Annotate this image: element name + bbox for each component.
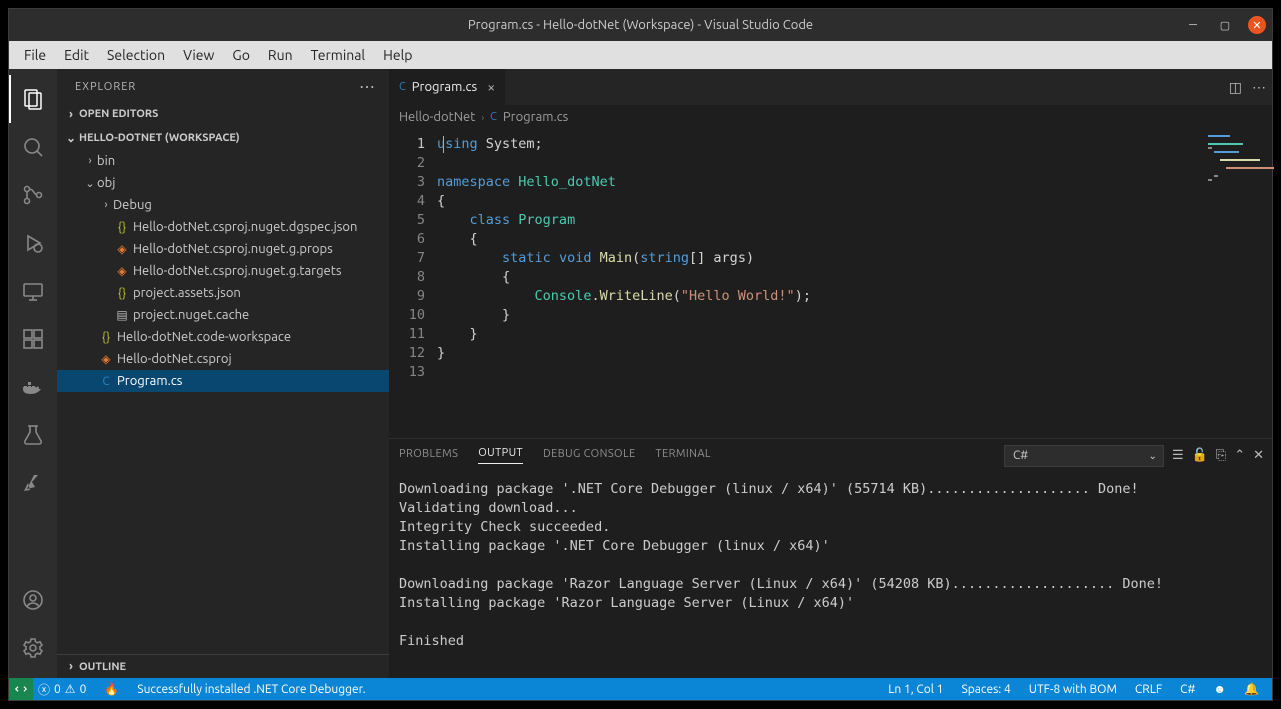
close-panel-icon[interactable]: ✕ bbox=[1253, 448, 1264, 463]
menu-view[interactable]: View bbox=[174, 43, 223, 67]
status-encoding[interactable]: UTF-8 with BOM bbox=[1024, 683, 1122, 696]
status-eol[interactable]: CRLF bbox=[1130, 683, 1167, 696]
remote-explorer-icon[interactable] bbox=[9, 267, 57, 315]
sidebar-more-icon[interactable]: ⋯ bbox=[359, 77, 375, 96]
code-editor[interactable]: 12345678910111213 using System; namespac… bbox=[389, 129, 1272, 438]
error-icon: ⓧ bbox=[38, 681, 50, 698]
lock-scroll-icon[interactable]: 🔓 bbox=[1192, 448, 1208, 463]
output-content[interactable]: Downloading package '.NET Core Debugger … bbox=[389, 472, 1272, 678]
status-ln-col[interactable]: Ln 1, Col 1 bbox=[883, 683, 948, 696]
minimap[interactable] bbox=[1202, 129, 1272, 438]
tree-file-dgspec[interactable]: {}Hello-dotNet.csproj.nuget.dgspec.json bbox=[57, 216, 389, 238]
tree-file-nucache[interactable]: ▤project.nuget.cache bbox=[57, 304, 389, 326]
panel-tab-debug[interactable]: DEBUG CONSOLE bbox=[543, 448, 636, 464]
output-channel-select[interactable]: C#⌄ bbox=[1004, 445, 1164, 467]
status-spaces[interactable]: Spaces: 4 bbox=[956, 683, 1015, 696]
warning-icon: ⚠ bbox=[65, 682, 76, 696]
status-problems[interactable]: ⓧ0 ⚠0 bbox=[33, 681, 91, 698]
tree-file-csproj[interactable]: ◈Hello-dotNet.csproj bbox=[57, 348, 389, 370]
sidebar-title: EXPLORER bbox=[75, 81, 136, 93]
menu-terminal[interactable]: Terminal bbox=[302, 43, 375, 67]
minimize-button[interactable]: ─ bbox=[1184, 16, 1202, 34]
clear-output-icon[interactable]: ⎘ bbox=[1216, 448, 1226, 463]
activity-bar bbox=[9, 69, 57, 678]
menubar: File Edit Selection View Go Run Terminal… bbox=[9, 41, 1272, 69]
tree-file-gtargets[interactable]: ◈Hello-dotNet.csproj.nuget.g.targets bbox=[57, 260, 389, 282]
tree-file-program[interactable]: CProgram.cs bbox=[57, 370, 389, 392]
status-language[interactable]: C# bbox=[1175, 683, 1200, 696]
section-outline[interactable]: ›OUTLINE bbox=[57, 654, 389, 678]
beaker-icon[interactable] bbox=[9, 411, 57, 459]
panel-tab-problems[interactable]: PROBLEMS bbox=[399, 448, 458, 464]
menu-help[interactable]: Help bbox=[374, 43, 421, 67]
flame-icon[interactable]: 🔥 bbox=[99, 682, 124, 696]
menu-selection[interactable]: Selection bbox=[98, 43, 174, 67]
menu-go[interactable]: Go bbox=[223, 43, 258, 67]
sidebar: EXPLORER ⋯ ›OPEN EDITORS ⌄HELLO-DOTNET (… bbox=[57, 69, 389, 678]
azure-icon[interactable] bbox=[9, 459, 57, 507]
tree-folder-debug[interactable]: ›Debug bbox=[57, 194, 389, 216]
tree-file-codews[interactable]: {}Hello-dotNet.code-workspace bbox=[57, 326, 389, 348]
section-workspace[interactable]: ⌄HELLO-DOTNET (WORKSPACE) bbox=[57, 126, 389, 150]
panel-tab-output[interactable]: OUTPUT bbox=[478, 447, 523, 464]
extensions-icon[interactable] bbox=[9, 315, 57, 363]
tab-program[interactable]: C Program.cs × bbox=[389, 69, 506, 105]
chevron-right-icon: › bbox=[481, 112, 484, 123]
panel: PROBLEMS OUTPUT DEBUG CONSOLE TERMINAL C… bbox=[389, 438, 1272, 678]
settings-gear-icon[interactable] bbox=[9, 624, 57, 672]
csharp-icon: C bbox=[399, 81, 406, 93]
maximize-panel-icon[interactable]: ⌃ bbox=[1234, 448, 1245, 463]
status-message[interactable]: Successfully installed .NET Core Debugge… bbox=[132, 683, 370, 696]
explorer-icon[interactable] bbox=[9, 75, 57, 123]
editor-tabs: C Program.cs × ◫ ⋯ bbox=[389, 69, 1272, 105]
editor-more-icon[interactable]: ⋯ bbox=[1252, 79, 1266, 96]
menu-edit[interactable]: Edit bbox=[55, 43, 98, 67]
tab-label: Program.cs bbox=[412, 80, 477, 94]
titlebar[interactable]: Program.cs - Hello-dotNet (Workspace) - … bbox=[9, 9, 1272, 41]
code-content[interactable]: using System; namespace Hello_dotNet{ cl… bbox=[437, 129, 1202, 438]
tree-folder-bin[interactable]: ›bin bbox=[57, 150, 389, 172]
accounts-icon[interactable] bbox=[9, 576, 57, 624]
chevron-down-icon: ⌄ bbox=[1149, 450, 1157, 462]
feedback-icon[interactable]: ☻ bbox=[1208, 682, 1231, 696]
run-debug-icon[interactable] bbox=[9, 219, 57, 267]
tree-file-assets[interactable]: {}project.assets.json bbox=[57, 282, 389, 304]
maximize-button[interactable]: ▢ bbox=[1216, 16, 1234, 34]
panel-tab-terminal[interactable]: TERMINAL bbox=[656, 448, 711, 464]
editor-area: C Program.cs × ◫ ⋯ Hello-dotNet › C Prog… bbox=[389, 69, 1272, 678]
csharp-icon: C bbox=[490, 111, 497, 123]
tree-file-gprops[interactable]: ◈Hello-dotNet.csproj.nuget.g.props bbox=[57, 238, 389, 260]
log-filter-icon[interactable]: ☰ bbox=[1172, 448, 1184, 463]
close-window-button[interactable]: ✕ bbox=[1248, 16, 1266, 34]
file-tree: ›bin ⌄obj ›Debug {}Hello-dotNet.csproj.n… bbox=[57, 150, 389, 392]
source-control-icon[interactable] bbox=[9, 171, 57, 219]
breadcrumbs[interactable]: Hello-dotNet › C Program.cs bbox=[389, 105, 1272, 129]
docker-icon[interactable] bbox=[9, 363, 57, 411]
menu-run[interactable]: Run bbox=[259, 43, 302, 67]
text-cursor bbox=[443, 136, 444, 153]
section-open-editors[interactable]: ›OPEN EDITORS bbox=[57, 102, 389, 126]
search-icon[interactable] bbox=[9, 123, 57, 171]
bell-icon[interactable]: 🔔 bbox=[1239, 682, 1264, 696]
remote-indicator[interactable] bbox=[9, 678, 33, 700]
tree-folder-obj[interactable]: ⌄obj bbox=[57, 172, 389, 194]
status-bar: ⓧ0 ⚠0 🔥 Successfully installed .NET Core… bbox=[9, 678, 1272, 700]
split-editor-icon[interactable]: ◫ bbox=[1229, 79, 1242, 96]
line-numbers: 12345678910111213 bbox=[389, 129, 437, 438]
window-title: Program.cs - Hello-dotNet (Workspace) - … bbox=[468, 18, 813, 32]
tab-close-icon[interactable]: × bbox=[487, 79, 495, 95]
menu-file[interactable]: File bbox=[15, 43, 55, 67]
